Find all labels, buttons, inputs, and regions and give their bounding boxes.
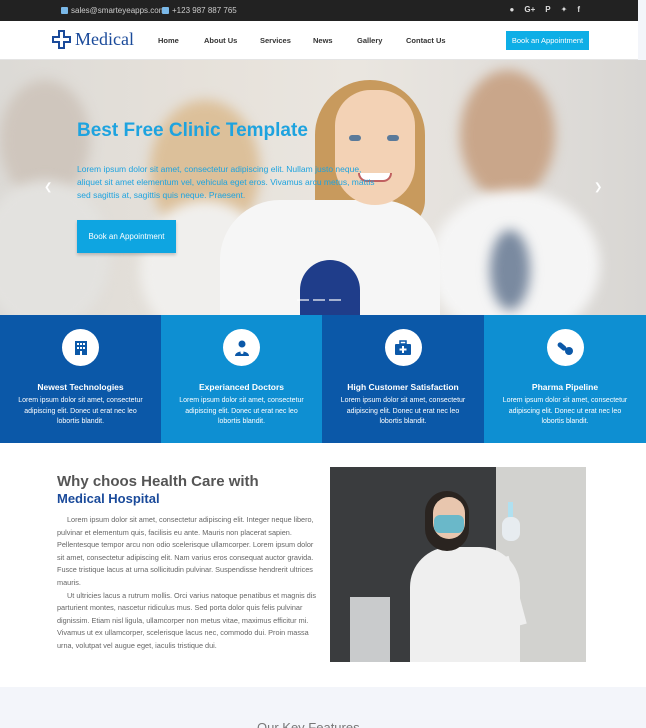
doctor-eye	[387, 135, 399, 141]
slider-next-icon[interactable]: ❯	[594, 182, 602, 193]
why-paragraph: Ut ultricies lacus a rutrum mollis. Orci…	[57, 590, 317, 650]
github-icon[interactable]: ●	[510, 5, 515, 14]
nav-contact-us[interactable]: Contact Us	[406, 36, 446, 45]
slider-dots	[297, 299, 341, 301]
hero-slider: Best Free Clinic Template Lorem ipsum do…	[0, 60, 646, 315]
phone-contact[interactable]: +123 987 887 765	[162, 6, 237, 15]
nav-gallery[interactable]: Gallery	[357, 36, 382, 45]
google-plus-icon[interactable]: G+	[524, 5, 535, 14]
feature-card: High Customer Satisfaction Lorem ipsum d…	[322, 315, 484, 443]
feature-title: Newest Technologies	[37, 382, 124, 392]
doctor-scrub	[300, 260, 360, 315]
feature-title: Experianced Doctors	[198, 382, 285, 392]
nav-about-us[interactable]: About Us	[204, 36, 237, 45]
hero-title: Best Free Clinic Template	[77, 120, 308, 141]
feature-text: Lorem ipsum dolor sit amet, consectetur …	[18, 397, 143, 425]
phone-text[interactable]: +123 987 887 765	[172, 6, 237, 15]
slider-prev-icon[interactable]: ❮	[44, 182, 52, 193]
logo[interactable]: Medical	[52, 29, 134, 50]
feature-text: Lorem ipsum dolor sit amet, consectetur …	[340, 397, 466, 425]
twitter-icon[interactable]: ✦	[561, 5, 568, 14]
top-bar: sales@smarteyeapps.com +123 987 887 765 …	[0, 0, 638, 21]
feature-card: Experianced Doctors Lorem ipsum dolor si…	[161, 315, 322, 443]
why-section: Why choos Health Care with Medical Hospi…	[0, 443, 646, 687]
features-strip: Newest Technologies Lorem ipsum dolor si…	[0, 315, 646, 443]
key-features-title: Our Key Features	[257, 720, 360, 728]
nav-news[interactable]: News	[313, 36, 333, 45]
email-text[interactable]: sales@smarteyeapps.com	[71, 6, 165, 15]
why-paragraph: Lorem ipsum dolor sit amet, consectetur …	[57, 515, 314, 587]
feature-card: Newest Technologies Lorem ipsum dolor si…	[0, 315, 161, 443]
facebook-icon[interactable]: f	[577, 5, 580, 14]
feature-card: Pharma Pipeline Lorem ipsum dolor sit am…	[484, 315, 646, 443]
pills-icon	[546, 329, 584, 366]
slider-dot[interactable]	[313, 299, 325, 301]
doctor-icon	[223, 329, 260, 366]
book-appointment-button[interactable]: Book an Appointment	[506, 31, 589, 50]
email-contact[interactable]: sales@smarteyeapps.com	[61, 6, 165, 15]
hero-book-appointment-button[interactable]: Book an Appointment	[77, 220, 176, 253]
header: Medical Home About Us Services News Gall…	[0, 21, 638, 60]
feature-title: High Customer Satisfaction	[347, 382, 459, 392]
doctor-eye	[349, 135, 361, 141]
feature-text: Lorem ipsum dolor sit amet, consectetur …	[179, 397, 304, 425]
social-links: ● G+ P ✦ f	[510, 5, 580, 14]
feature-text: Lorem ipsum dolor sit amet, consectetur …	[502, 397, 628, 425]
why-subtitle: Medical Hospital	[57, 491, 160, 506]
feature-title: Pharma Pipeline	[531, 382, 599, 392]
slider-dot[interactable]	[297, 299, 309, 301]
medkit-icon	[384, 329, 422, 366]
lab-photo	[330, 467, 586, 662]
nav-services[interactable]: Services	[260, 36, 291, 45]
why-title: Why choos Health Care with	[57, 473, 259, 490]
medical-cross-icon	[52, 30, 71, 49]
pinterest-icon[interactable]: P	[545, 5, 550, 14]
building-icon	[62, 329, 99, 366]
nav-home[interactable]: Home	[158, 36, 179, 45]
hero-text: Lorem ipsum dolor sit amet, consectetur …	[77, 164, 375, 200]
slider-dot[interactable]	[329, 299, 341, 301]
logo-text: Medical	[75, 29, 134, 49]
envelope-icon	[61, 7, 68, 14]
background-doctor	[460, 70, 555, 200]
background-doctor	[490, 230, 530, 310]
phone-icon	[162, 7, 169, 14]
why-text: Lorem ipsum dolor sit amet, consectetur …	[57, 514, 317, 653]
